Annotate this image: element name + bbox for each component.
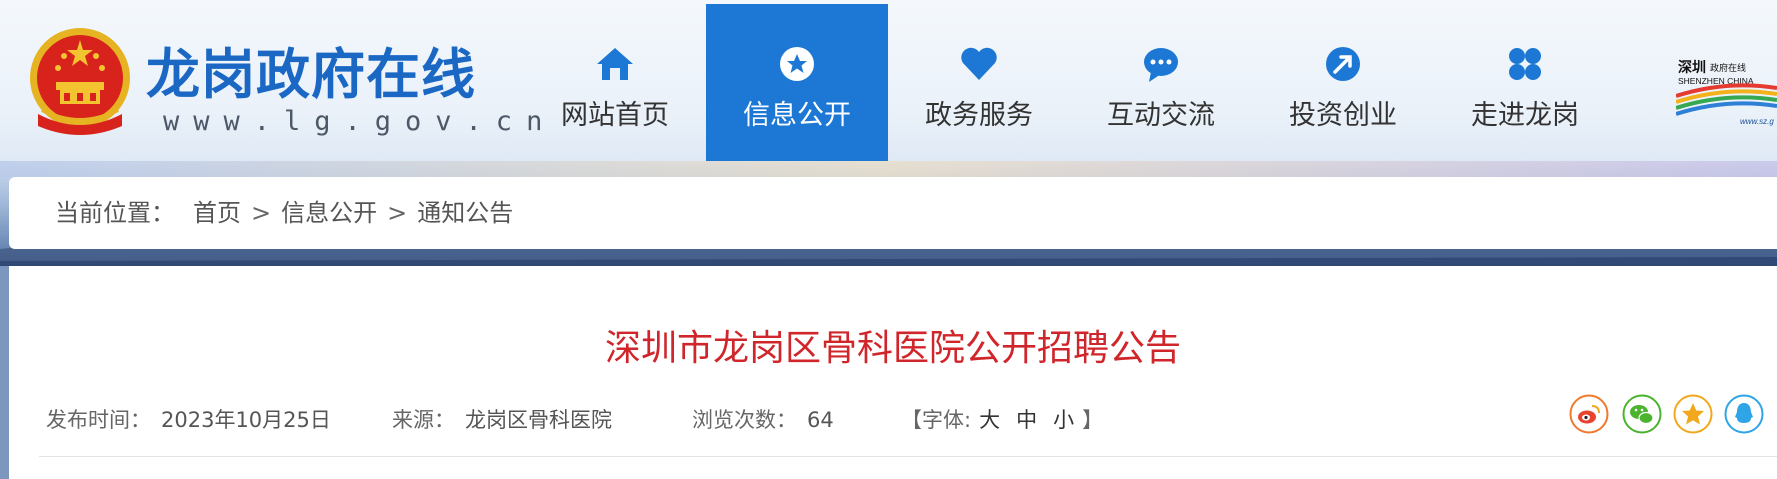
nav-label: 政务服务 [925,100,1033,131]
qq-icon[interactable] [1724,394,1764,434]
nav-item-investment[interactable]: 投资创业 [1252,4,1434,161]
site-url: www.lg.gov.cn [163,106,557,137]
national-emblem-icon [30,28,130,135]
view-count: 浏览次数： 64 [692,405,834,435]
breadcrumb-separator: > [387,199,408,227]
site-title[interactable]: 龙岗政府在线 [146,44,476,106]
star-circle-icon [780,47,814,81]
weibo-icon[interactable] [1569,394,1609,434]
nav-label: 网站首页 [561,100,669,131]
nav-label: 走进龙岗 [1471,100,1579,131]
home-icon [597,48,633,80]
shenzhen-government-online-logo[interactable]: 深圳 政府在线 SHENZHEN CHINA www.sz.g [1676,58,1777,128]
left-edge-strip [0,266,9,479]
font-size-close: 】 [1082,408,1104,432]
font-size-small[interactable]: 小 [1053,408,1074,432]
nav-item-info-disclosure[interactable]: 信息公开 [706,4,888,161]
font-size-large[interactable]: 大 [979,408,1000,432]
nav-item-about-longgang[interactable]: 走进龙岗 [1434,4,1616,161]
nav-label: 投资创业 [1289,100,1397,131]
heart-icon [961,47,997,80]
font-size-medium[interactable]: 中 [1016,408,1037,432]
breadcrumb-link-notice[interactable]: 通知公告 [417,198,513,228]
favorite-star-icon[interactable] [1673,394,1713,434]
view-count-label: 浏览次数： [692,408,797,432]
nav-label: 互动交流 [1107,100,1215,131]
source-label: 来源： [392,408,455,432]
wechat-icon[interactable] [1622,394,1662,434]
breadcrumb-link-home[interactable]: 首页 [193,198,241,228]
nav-label: 信息公开 [743,100,851,131]
nav-item-home[interactable]: 网站首页 [524,4,706,161]
site-header: 龙岗政府在线 www.lg.gov.cn 网站首页 信息公开 政务服务 互动交流… [0,0,1777,161]
breadcrumb-container: 当前位置： 首页 > 信息公开 > 通知公告 [9,177,1777,249]
sz-logo-cn2: 政府在线 [1710,62,1746,74]
nav-item-interaction[interactable]: 互动交流 [1070,4,1252,161]
breadcrumb: 当前位置： 首页 > 信息公开 > 通知公告 [55,198,513,228]
four-leaf-icon [1509,48,1541,80]
nav-item-gov-services[interactable]: 政务服务 [888,4,1070,161]
article-source: 来源： 龙岗区骨科医院 [392,405,612,435]
article-panel: 深圳市龙岗区骨科医院公开招聘公告 发布时间： 2023年10月25日 来源： 龙岗区… [9,266,1777,479]
breadcrumb-link-info[interactable]: 信息公开 [281,198,377,228]
meta-divider [39,456,1777,457]
chat-bubble-icon [1144,48,1178,82]
font-size-label: 【字体: [901,408,972,432]
view-count-value: 64 [807,408,834,432]
font-size-control: 【字体: 大中小】 [901,405,1103,435]
publish-date: 发布时间： 2023年10月25日 [46,405,331,435]
sz-logo-cn: 深圳 [1678,59,1706,76]
publish-date-label: 发布时间： [46,408,151,432]
sz-logo-url: www.sz.g [1740,117,1774,126]
breadcrumb-label: 当前位置： [55,199,175,227]
breadcrumb-separator: > [251,199,272,227]
publish-date-value: 2023年10月25日 [161,408,331,432]
source-value: 龙岗区骨科医院 [465,408,612,432]
article-title: 深圳市龙岗区骨科医院公开招聘公告 [604,328,1181,369]
arrow-circle-icon [1326,47,1360,81]
